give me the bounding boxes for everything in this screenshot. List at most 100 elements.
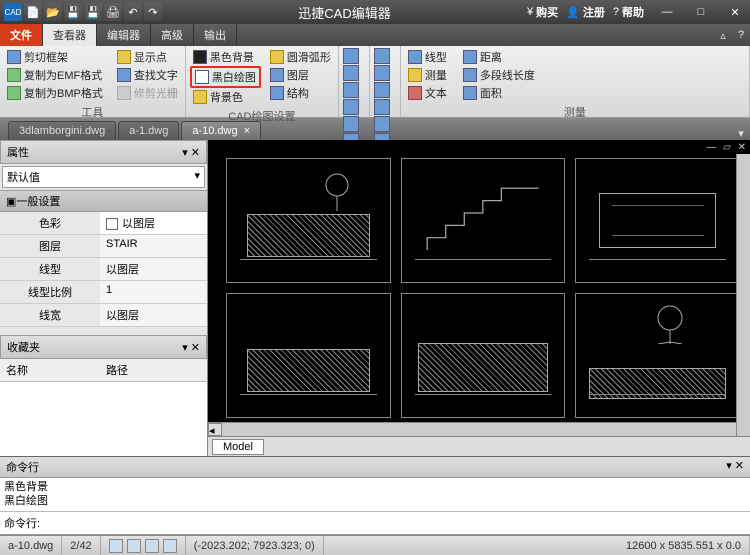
linetype-button[interactable]: 线型 [405,48,450,66]
menu-advanced[interactable]: 高级 [151,24,194,46]
general-section[interactable]: ▣ 一般设置 [0,190,207,212]
statusbar: a-10.dwg 2/42 (-2023.202; 7923.323; 0) 1… [0,535,750,555]
new-icon[interactable]: 📄 [24,3,42,21]
bw-drawing-button[interactable]: 黑白绘图 [192,68,259,86]
clip-frame-button[interactable]: 剪切框架 [4,48,106,66]
canvas-window-controls[interactable]: — ▱ ✕ [706,142,748,153]
copy-bmp-button[interactable]: 复制为BMP格式 [4,84,106,102]
drawing-thumb[interactable] [575,293,740,418]
tab-scroll-icon[interactable]: ▾ [732,127,750,140]
menu-output[interactable]: 输出 [194,24,237,46]
horizontal-scrollbar[interactable]: ◂▸ [208,422,750,436]
layer-button[interactable]: 图层 [267,66,334,84]
panel-menu-icon[interactable]: ▾ ✕ [726,459,744,475]
nav-icon[interactable] [374,65,390,81]
vertical-scrollbar[interactable] [736,154,750,436]
menu-editor[interactable]: 编辑器 [97,24,151,46]
command-input-row: 命令行: [0,512,750,535]
smooth-arc-button[interactable]: 圆滑弧形 [267,48,334,66]
drawing-thumb[interactable] [226,293,391,418]
nav-icon[interactable] [374,99,390,115]
close-button[interactable]: ✕ [724,4,746,20]
ribbon-group-measure: 线型 测量 文本 距离 多段线长度 面积 测量 [401,46,750,117]
command-input[interactable] [44,515,746,531]
model-tab[interactable]: Model [212,439,264,455]
quick-access-toolbar: CAD 📄 📂 💾 💾 🖨 ↶ ↷ [4,3,162,21]
pos-icon[interactable] [343,116,359,132]
structure-button[interactable]: 结构 [267,84,334,102]
ribbon-group-label: 工具 [4,102,181,121]
doc-tab[interactable]: 3dlamborgini.dwg [8,121,116,140]
titlebar: CAD 📄 📂 💾 💾 🖨 ↶ ↷ 迅捷CAD编辑器 ¥ 购买 👤 注册 ? 帮… [0,0,750,24]
app-title: 迅捷CAD编辑器 [162,3,527,22]
favorites-header[interactable]: 收藏夹▾ ✕ [0,335,207,359]
nav-icon[interactable] [374,82,390,98]
show-point-button[interactable]: 显示点 [114,48,181,66]
pos-icon[interactable] [343,48,359,64]
saveall-icon[interactable]: 💾 [84,3,102,21]
buy-button[interactable]: ¥ 购买 [527,4,558,20]
prop-row-ltscale[interactable]: 线型比例1 [0,281,207,304]
ribbon-min-icon[interactable]: ▵ [714,24,732,46]
print-icon[interactable]: 🖨 [104,3,122,21]
prop-row-color[interactable]: 色彩以图层 [0,212,207,235]
menu-file[interactable]: 文件 [0,24,43,46]
save-icon[interactable]: 💾 [64,3,82,21]
command-panel: 命令行▾ ✕ 黑色背景 黑白绘图 命令行: [0,456,750,535]
favorites-columns: 名称 路径 [0,359,207,382]
panel-menu-icon[interactable]: ▾ ✕ [182,146,200,159]
ribbon: 剪切框架 复制为EMF格式 复制为BMP格式 显示点 查找文字 修剪光栅 工具 … [0,46,750,118]
copy-emf-button[interactable]: 复制为EMF格式 [4,66,106,84]
app-icon[interactable]: CAD [4,3,22,21]
nav-icon[interactable] [374,116,390,132]
open-icon[interactable]: 📂 [44,3,62,21]
pos-icon[interactable] [343,65,359,81]
prop-row-layer[interactable]: 图层STAIR [0,235,207,258]
redo-icon[interactable]: ↷ [144,3,162,21]
workarea: 属性▾ ✕ 默认值▾ ▣ 一般设置 色彩以图层 图层STAIR 线型以图层 线型… [0,140,750,456]
nav-icon[interactable] [374,48,390,64]
prop-row-linetype[interactable]: 线型以图层 [0,258,207,281]
close-tab-icon[interactable]: × [244,125,250,137]
doc-tab-active[interactable]: a-10.dwg× [181,121,261,140]
minimize-button[interactable]: — [656,4,678,20]
collapse-icon: ▣ [6,195,16,208]
doc-tab[interactable]: a-1.dwg [118,121,179,140]
command-header[interactable]: 命令行▾ ✕ [0,457,750,478]
drawing-canvas[interactable] [208,140,750,422]
pos-icon[interactable] [343,82,359,98]
favorites-list[interactable] [0,382,207,456]
maximize-button[interactable]: □ [690,4,712,20]
ribbon-help-icon[interactable]: ? [732,24,750,46]
text-button[interactable]: 文本 [405,84,450,102]
bg-color-button[interactable]: 背景色 [190,88,261,106]
col-name[interactable]: 名称 [0,359,100,381]
black-bg-button[interactable]: 黑色背景 [190,48,261,66]
drawing-thumb[interactable] [226,158,391,283]
drawing-thumb[interactable] [401,293,566,418]
tree-icon [650,304,690,344]
properties-header[interactable]: 属性▾ ✕ [0,140,207,164]
col-path[interactable]: 路径 [100,359,134,381]
default-value-combo[interactable]: 默认值▾ [2,166,205,188]
pos-icon[interactable] [343,99,359,115]
ribbon-group-tools: 剪切框架 复制为EMF格式 复制为BMP格式 显示点 查找文字 修剪光栅 工具 [0,46,186,117]
status-filename: a-10.dwg [0,536,62,555]
panel-menu-icon[interactable]: ▾ ✕ [182,341,200,354]
find-text-button[interactable]: 查找文字 [114,66,181,84]
area-button[interactable]: 面积 [460,84,538,102]
drawing-thumb[interactable] [575,158,740,283]
polyline-len-button[interactable]: 多段线长度 [460,66,538,84]
measure-button[interactable]: 测量 [405,66,450,84]
drawing-thumb[interactable] [401,158,566,283]
ribbon-group-cad-settings: 黑色背景 黑白绘图 背景色 圆滑弧形 图层 结构 CAD绘图设置 [186,46,339,117]
undo-icon[interactable]: ↶ [124,3,142,21]
help-button[interactable]: ? 帮助 [613,4,644,20]
log-line: 黑色背景 [4,480,746,494]
canvas-tabs: Model [208,436,750,456]
register-button[interactable]: 👤 注册 [566,4,605,20]
command-log[interactable]: 黑色背景 黑白绘图 [0,478,750,512]
distance-button[interactable]: 距离 [460,48,538,66]
menu-viewer[interactable]: 查看器 [43,24,97,46]
prop-row-lineweight[interactable]: 线宽以图层 [0,304,207,327]
